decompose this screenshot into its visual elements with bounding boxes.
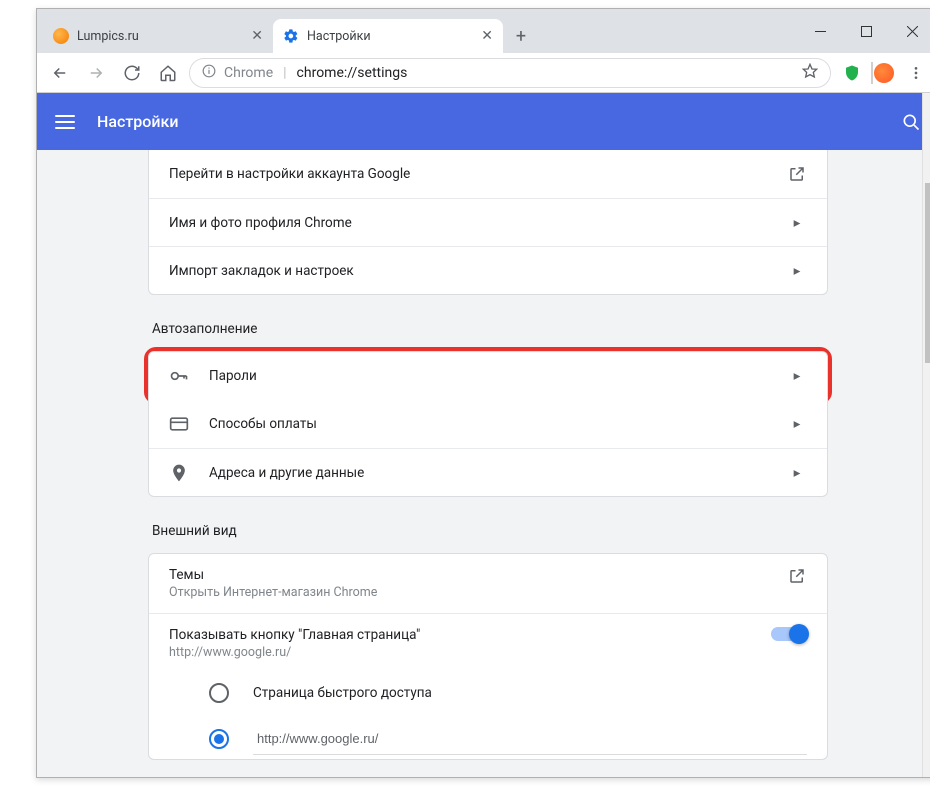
- account-card: Перейти в настройки аккаунта Google Имя …: [148, 150, 828, 295]
- bookmark-star-icon[interactable]: [802, 63, 818, 83]
- home-button[interactable]: [153, 58, 183, 88]
- row-label: Пароли: [209, 368, 767, 384]
- passwords-highlight: Пароли ▸: [144, 347, 832, 404]
- gear-icon: [283, 28, 299, 44]
- row-label: Темы: [169, 567, 767, 583]
- shield-icon[interactable]: [837, 58, 867, 88]
- payment-methods-row[interactable]: Способы оплаты ▸: [149, 400, 827, 448]
- tab-title: Настройки: [307, 29, 473, 44]
- chevron-right-icon: ▸: [787, 368, 807, 384]
- lumpics-favicon: [53, 28, 69, 44]
- back-button[interactable]: [45, 58, 75, 88]
- settings-header: Настройки: [37, 93, 930, 150]
- titlebar: Lumpics.ru ✕ Настройки ✕ +: [37, 9, 930, 53]
- close-window-button[interactable]: [889, 15, 930, 47]
- row-subtext: Открыть Интернет-магазин Chrome: [169, 585, 767, 600]
- new-tab-button[interactable]: +: [507, 22, 535, 50]
- key-icon: [169, 366, 189, 386]
- toolbar: Chrome | chrome://settings: [37, 53, 930, 93]
- themes-row[interactable]: Темы Открыть Интернет-магазин Chrome: [149, 554, 827, 613]
- content-area: Настройки Перейти в настройки аккаунта G…: [37, 93, 930, 777]
- row-label: Имя и фото профиля Chrome: [169, 215, 767, 231]
- row-label: Перейти в настройки аккаунта Google: [169, 166, 767, 182]
- home-button-toggle-row[interactable]: Показывать кнопку "Главная страница" htt…: [149, 613, 827, 673]
- window-scrollbar[interactable]: [922, 93, 930, 777]
- import-bookmarks-row[interactable]: Импорт закладок и настроек ▸: [149, 246, 827, 294]
- section-appearance-title: Внешний вид: [152, 523, 828, 539]
- passwords-row[interactable]: Пароли ▸: [149, 352, 827, 400]
- url-sep: |: [283, 65, 286, 81]
- toolbar-right-icons: [837, 58, 930, 88]
- chevron-right-icon: ▸: [787, 416, 807, 432]
- scrollbar-thumb[interactable]: [925, 183, 930, 363]
- tab-lumpics[interactable]: Lumpics.ru ✕: [43, 19, 273, 53]
- search-icon[interactable]: [901, 112, 921, 132]
- browser-window: Lumpics.ru ✕ Настройки ✕ +: [36, 8, 930, 778]
- home-button-toggle[interactable]: [771, 627, 807, 641]
- menu-button[interactable]: [901, 58, 930, 88]
- site-info-icon[interactable]: [202, 64, 216, 82]
- reload-button[interactable]: [117, 58, 147, 88]
- address-bar[interactable]: Chrome | chrome://settings: [189, 58, 831, 88]
- chevron-right-icon: ▸: [787, 465, 807, 481]
- radio-label: Страница быстрого доступа: [253, 685, 432, 701]
- google-account-settings-row[interactable]: Перейти в настройки аккаунта Google: [149, 150, 827, 198]
- radio-custom-url[interactable]: [149, 713, 827, 759]
- minimize-button[interactable]: [797, 15, 843, 47]
- close-icon[interactable]: ✕: [251, 28, 263, 44]
- menu-icon[interactable]: [55, 115, 75, 129]
- radio-icon[interactable]: [209, 683, 229, 703]
- row-label: Импорт закладок и настроек: [169, 263, 767, 279]
- external-link-icon: [787, 165, 807, 183]
- chevron-right-icon: ▸: [787, 263, 807, 279]
- settings-body[interactable]: Перейти в настройки аккаунта Google Имя …: [37, 150, 930, 777]
- autofill-card-rest: Способы оплаты ▸ Адреса и другие данные …: [148, 400, 828, 497]
- section-autofill-title: Автозаполнение: [152, 321, 828, 337]
- home-url-input[interactable]: [253, 723, 807, 755]
- window-controls: [797, 9, 930, 53]
- page-title: Настройки: [97, 112, 178, 131]
- profile-name-row[interactable]: Имя и фото профиля Chrome ▸: [149, 198, 827, 246]
- external-link-icon: [787, 567, 807, 585]
- row-label: Способы оплаты: [209, 416, 767, 432]
- tab-settings[interactable]: Настройки ✕: [273, 19, 503, 53]
- url-scheme: Chrome: [224, 65, 273, 81]
- radio-quick-access[interactable]: Страница быстрого доступа: [149, 673, 827, 713]
- row-subtext: http://www.google.ru/: [169, 645, 751, 660]
- chevron-right-icon: ▸: [787, 215, 807, 231]
- tab-title: Lumpics.ru: [77, 29, 243, 44]
- row-label: Адреса и другие данные: [209, 465, 767, 481]
- radio-icon[interactable]: [209, 729, 229, 749]
- addresses-row[interactable]: Адреса и другие данные ▸: [149, 448, 827, 496]
- url-path: chrome://settings: [297, 65, 408, 81]
- close-icon[interactable]: ✕: [481, 28, 493, 44]
- maximize-button[interactable]: [843, 15, 889, 47]
- credit-card-icon: [169, 414, 189, 434]
- row-label: Показывать кнопку "Главная страница": [169, 627, 751, 643]
- forward-button[interactable]: [81, 58, 111, 88]
- appearance-card: Темы Открыть Интернет-магазин Chrome Пок…: [148, 553, 828, 760]
- location-pin-icon: [169, 463, 189, 483]
- tab-strip: Lumpics.ru ✕ Настройки ✕ +: [37, 9, 797, 53]
- extension-icon[interactable]: [869, 58, 899, 88]
